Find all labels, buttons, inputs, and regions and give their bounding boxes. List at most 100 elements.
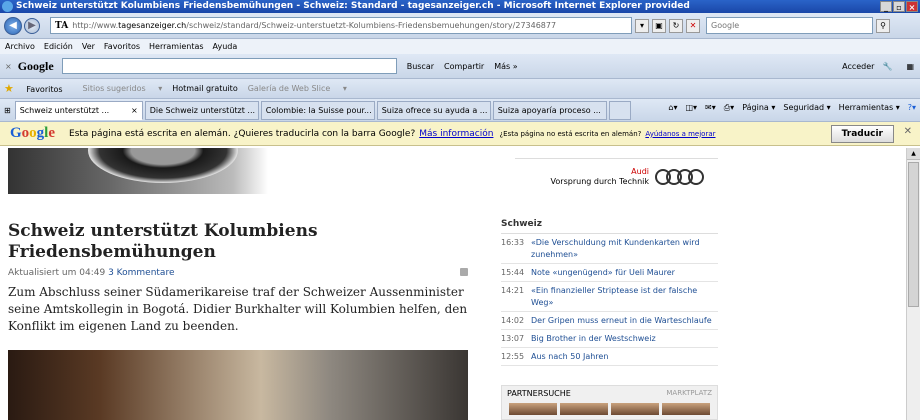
forward-button[interactable]: ▶ [24, 17, 40, 34]
back-button[interactable]: ◀ [4, 16, 22, 35]
mail-icon[interactable]: ✉▾ [705, 103, 716, 113]
audi-slogan: Vorsprung durch Technik [550, 176, 649, 186]
updated-time: Aktualisiert um 04:49 [8, 268, 106, 278]
traducir-button[interactable]: Traducir [830, 125, 894, 143]
address-bar[interactable]: TA http://www.tagesanzeiger.ch/schweiz/s… [50, 17, 632, 34]
new-tab[interactable] [608, 100, 631, 120]
comments-link[interactable]: 3 Kommentare [108, 268, 174, 278]
scroll-up-icon[interactable]: ▲ [907, 148, 920, 160]
minimize-button[interactable]: _ [880, 1, 892, 12]
favoritos-button[interactable]: ★ Favoritos [4, 82, 73, 95]
pagina-menu[interactable]: Página ▾ [742, 103, 775, 113]
search-icon[interactable]: ⚲ [876, 18, 890, 33]
seguridad-menu[interactable]: Seguridad ▾ [783, 103, 830, 113]
star-icon: ★ [4, 82, 14, 95]
address-row: ◀ ▶ TA http://www.tagesanzeiger.ch/schwe… [0, 13, 920, 39]
menu-bar: Archivo Edición Ver Favoritos Herramient… [0, 39, 920, 54]
stop-icon[interactable]: ✕ [686, 18, 700, 33]
mas-informacion-link[interactable]: Más información [419, 129, 493, 139]
acceder-button[interactable]: Acceder [842, 62, 874, 71]
url-domain: tagesanzeiger.ch [118, 21, 187, 30]
feeds-icon[interactable]: ◫▾ [685, 103, 697, 113]
wrench-icon[interactable]: 🔧 [882, 62, 892, 71]
toolbar-close-icon[interactable]: × [5, 62, 12, 71]
favorites-bar: ★ Favoritos Sitios sugeridos ▾ Hotmail g… [0, 79, 920, 99]
site-favicon-icon: TA [55, 20, 69, 31]
article-lead: Zum Abschluss seiner Südamerikareise tra… [8, 285, 468, 333]
tab-2[interactable]: Die Schweiz unterstützt ... [144, 100, 259, 120]
help-icon[interactable]: ?▾ [908, 103, 916, 113]
news-item[interactable]: 14:02 Der Gripen muss erneut in die Warte… [501, 312, 718, 330]
marktplatz-label: MARKTPLATZ [666, 389, 712, 397]
vertical-scrollbar[interactable]: ▲ [906, 148, 920, 420]
maximize-button[interactable]: ▫ [893, 1, 905, 12]
news-item[interactable]: 12:55 Aus nach 50 Jahren [501, 348, 718, 366]
window-title: Schweiz unterstützt Kolumbiens Friedensb… [16, 1, 690, 11]
partner-photos [502, 403, 717, 415]
news-item[interactable]: 13:07 Big Brother in der Westschweiz [501, 330, 718, 348]
partnersuche-box[interactable]: PARTNERSUCHE MARKTPLATZ [501, 385, 718, 420]
translate-bar: Google Esta página está escrita en alemá… [0, 122, 920, 146]
menu-edicion[interactable]: Edición [44, 42, 73, 51]
google-toolbar-logo: Google [17, 58, 54, 73]
google-toolbar: × Google Buscar Compartir Más » Acceder … [0, 54, 920, 79]
google-search-input[interactable] [61, 58, 397, 74]
quick-tabs-icon[interactable]: ⊞ [4, 106, 11, 115]
not-german-text: ¿Esta página no está escrita en alemán? [499, 129, 642, 138]
article-meta: Aktualisiert um 04:49 3 Kommentare [8, 268, 468, 278]
close-button[interactable]: × [906, 1, 918, 12]
print-icon[interactable]: ⎙▾ [724, 103, 734, 113]
galeria-link[interactable]: Galería de Web Slice ▾ [248, 84, 347, 93]
translate-close-icon[interactable]: ✕ [904, 126, 912, 137]
url-path: /schweiz/standard/Schweiz-unterstuetzt-K… [186, 21, 557, 30]
sitios-sugeridos-link[interactable]: Sitios sugeridos ▾ [83, 84, 163, 93]
home-icon[interactable]: ⌂▾ [668, 103, 677, 113]
window-titlebar: Schweiz unterstützt Kolumbiens Friedensb… [0, 0, 920, 13]
url-prefix: http://www. [72, 21, 119, 30]
address-dropdown-icon[interactable]: ▾ [635, 18, 649, 33]
translate-message: Esta página está escrita en alemán. ¿Qui… [69, 128, 416, 139]
tab-1[interactable]: Schweiz unterstützt ... × [14, 100, 143, 120]
news-item[interactable]: 15:44 Note «ungenügend» für Ueli Maurer [501, 264, 718, 282]
search-input[interactable]: Google [706, 17, 873, 34]
command-bar: ⌂▾ ◫▾ ✉▾ ⎙▾ Página ▾ Seguridad ▾ Herrami… [668, 103, 916, 113]
article-photo[interactable] [8, 350, 468, 420]
mas-button[interactable]: Más » [494, 62, 517, 71]
tab-5[interactable]: Suiza apoyaría proceso ... [492, 100, 607, 120]
audi-brand: Audi [631, 166, 649, 176]
car-ad-image [8, 148, 508, 194]
menu-herramientas[interactable]: Herramientas [149, 42, 204, 51]
audi-rings-logo [655, 168, 704, 185]
audi-ad[interactable]: Audi Vorsprung durch Technik [515, 158, 718, 194]
tab-4[interactable]: Suiza ofrece su ayuda a ... [376, 100, 491, 120]
compat-view-icon[interactable]: ▣ [652, 18, 666, 33]
menu-favoritos[interactable]: Favoritos [104, 42, 140, 51]
ayudanos-link[interactable]: Ayúdanos a mejorar [645, 130, 715, 138]
menu-ayuda[interactable]: Ayuda [213, 42, 238, 51]
buscar-button[interactable]: Buscar [407, 62, 434, 71]
tire-image [88, 148, 238, 183]
refresh-icon[interactable]: ↻ [669, 18, 683, 33]
tab-3[interactable]: Colombie: la Suisse pour... [260, 100, 375, 120]
ie-logo-icon [2, 1, 13, 12]
google-logo: Google [10, 125, 56, 141]
article-headline: Schweiz unterstützt Kolumbiens Friedensb… [8, 221, 318, 262]
compartir-button[interactable]: Compartir [444, 62, 484, 71]
scroll-thumb[interactable] [908, 162, 919, 307]
menu-archivo[interactable]: Archivo [5, 42, 35, 51]
toolbar-options-icon[interactable]: ▦ [906, 62, 914, 71]
window-controls: _ ▫ × [880, 1, 918, 12]
search-placeholder: Google [711, 21, 740, 30]
herramientas-menu[interactable]: Herramientas ▾ [839, 103, 900, 113]
news-item[interactable]: 16:33 «Die Verschuldung mit Kundenkarten … [501, 234, 718, 264]
hotmail-link[interactable]: Hotmail gratuito [172, 84, 237, 93]
news-item[interactable]: 14:21 «Ein finanzieller Striptease ist de… [501, 282, 718, 312]
lock-icon [460, 268, 468, 276]
sidebar-title: Schweiz [501, 219, 718, 234]
tab-row: ⊞ Schweiz unterstützt ... × Die Schweiz u… [0, 99, 920, 122]
partner-title: PARTNERSUCHE [507, 389, 571, 398]
schweiz-sidebar: Schweiz 16:33 «Die Verschuldung mit Kunde… [501, 219, 718, 366]
page-content: Audi Vorsprung durch Technik Schweiz unte… [0, 148, 906, 420]
menu-ver[interactable]: Ver [82, 42, 95, 51]
tab-close-icon[interactable]: × [131, 106, 138, 115]
